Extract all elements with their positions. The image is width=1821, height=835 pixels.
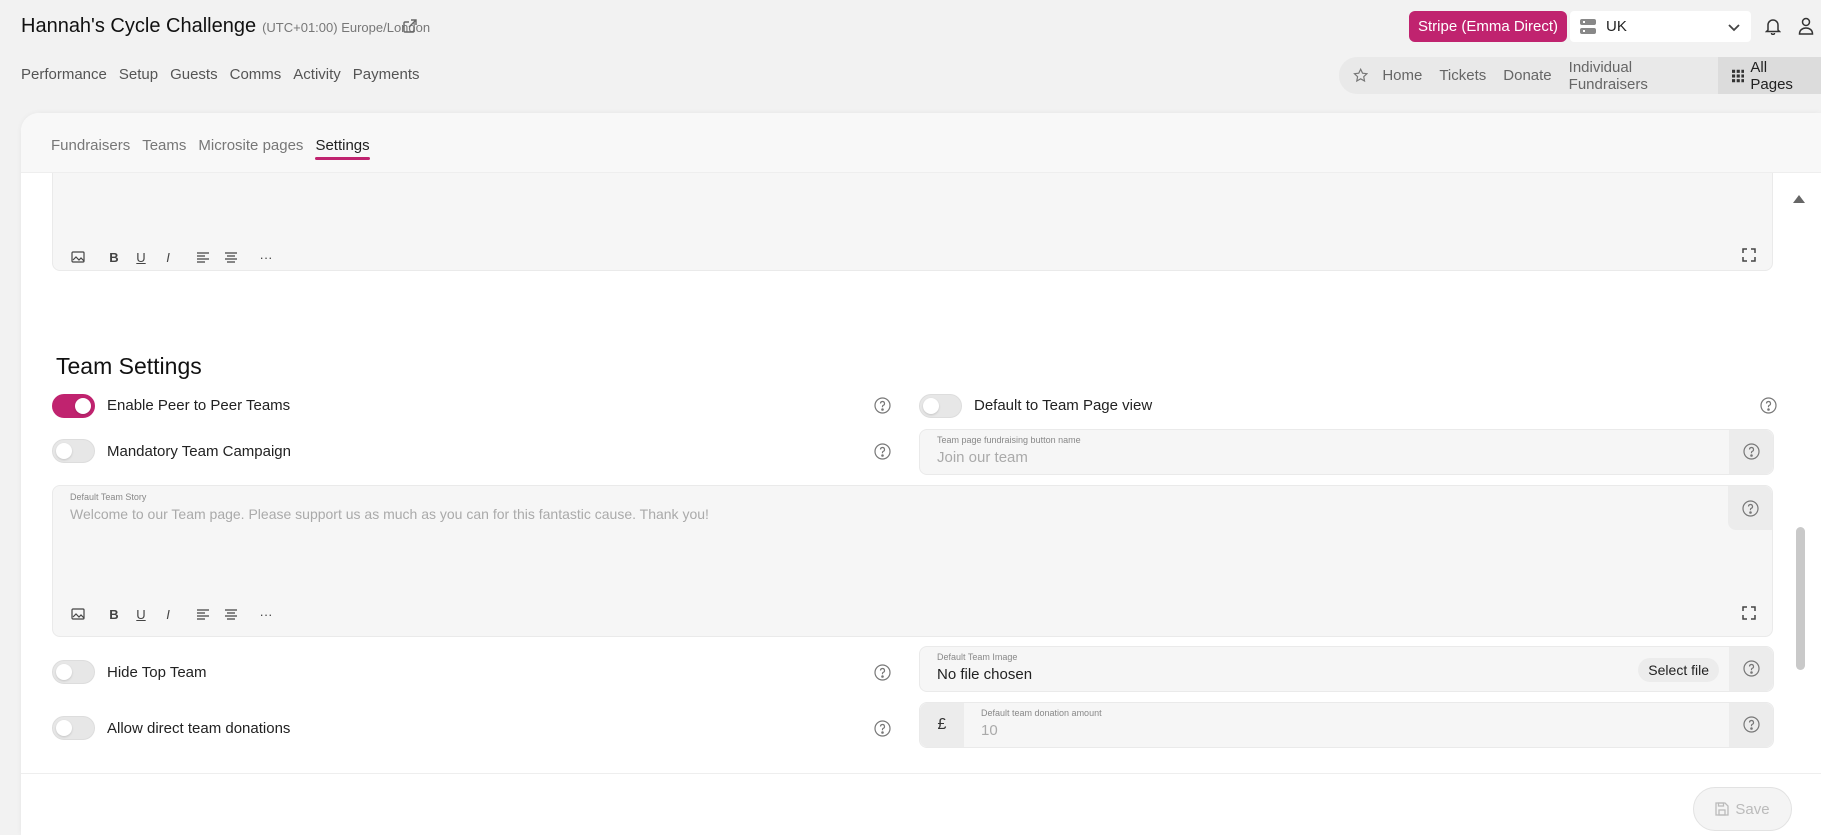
team-button-name-field[interactable]: Team page fundraising button name Join o… (919, 429, 1774, 475)
align-center-icon[interactable] (223, 606, 239, 622)
allow-direct-donations-label: Allow direct team donations (107, 720, 291, 737)
team-story-text[interactable]: Welcome to our Team page. Please support… (70, 506, 709, 522)
field-help[interactable] (1729, 430, 1773, 474)
italic-icon[interactable]: I (160, 606, 176, 622)
nav-comms[interactable]: Comms (230, 66, 282, 83)
help-icon[interactable] (874, 397, 891, 414)
mandatory-campaign-toggle[interactable] (52, 439, 95, 463)
help-icon[interactable] (874, 720, 891, 737)
star-icon[interactable] (1353, 67, 1369, 84)
tab-microsite-pages[interactable]: Microsite pages (198, 137, 303, 154)
grid-icon (1731, 69, 1745, 82)
page-individual-fundraisers[interactable]: Individual Fundraisers (1569, 59, 1701, 93)
page-home[interactable]: Home (1382, 67, 1422, 84)
enable-p2p-toggle[interactable] (52, 394, 95, 418)
scrollbar-thumb[interactable] (1796, 527, 1805, 670)
field-help[interactable] (1728, 486, 1772, 530)
field-help[interactable] (1729, 647, 1773, 691)
help-icon[interactable] (1743, 716, 1760, 733)
underline-icon[interactable]: U (133, 249, 149, 265)
external-link-icon[interactable] (402, 18, 418, 34)
sub-tabs: Fundraisers Teams Microsite pages Settin… (21, 113, 1821, 173)
footer-bar: Save (21, 773, 1821, 835)
team-image-value: No file chosen (937, 666, 1033, 683)
region-value: UK (1606, 18, 1627, 35)
settings-card: Fundraisers Teams Microsite pages Settin… (21, 113, 1821, 835)
scroll-up-arrow[interactable] (1793, 195, 1805, 203)
team-story-label: Default Team Story (70, 492, 147, 502)
team-settings-title: Team Settings (56, 353, 202, 379)
currency-symbol: £ (920, 703, 964, 747)
donation-amount-input[interactable]: 10 (981, 722, 998, 739)
nav-performance[interactable]: Performance (21, 66, 107, 83)
bold-icon[interactable]: B (106, 249, 122, 265)
default-team-view-label: Default to Team Page view (974, 397, 1153, 414)
fullscreen-icon[interactable] (1742, 606, 1756, 620)
stripe-account-button[interactable]: Stripe (Emma Direct) (1409, 11, 1568, 42)
chevron-down-icon (1728, 24, 1740, 32)
tab-fundraisers[interactable]: Fundraisers (51, 137, 130, 154)
enable-p2p-label: Enable Peer to Peer Teams (107, 397, 291, 414)
region-select[interactable]: UK (1570, 11, 1751, 42)
help-icon[interactable] (1743, 660, 1760, 677)
default-team-story-editor[interactable]: Default Team Story Welcome to our Team p… (52, 485, 1773, 637)
editor-toolbar: B U I ··· (70, 249, 274, 265)
default-team-view-toggle[interactable] (919, 394, 962, 418)
previous-rich-text-editor[interactable]: B U I ··· (52, 173, 1773, 271)
bell-icon[interactable] (1765, 17, 1781, 35)
tab-teams[interactable]: Teams (142, 137, 186, 154)
help-icon[interactable] (874, 443, 891, 460)
image-icon[interactable] (70, 606, 86, 622)
help-icon[interactable] (874, 664, 891, 681)
donation-amount-label: Default team donation amount (981, 708, 1102, 718)
image-icon[interactable] (70, 249, 86, 265)
field-help[interactable] (1729, 703, 1773, 747)
hide-top-team-toggle[interactable] (52, 660, 95, 684)
help-icon[interactable] (1743, 443, 1760, 460)
nav-payments[interactable]: Payments (353, 66, 420, 83)
event-title: Hannah's Cycle Challenge (UTC+01:00) Eur… (21, 15, 430, 38)
tab-settings[interactable]: Settings (315, 137, 370, 160)
team-button-name-input[interactable]: Join our team (937, 449, 1028, 466)
pages-nav: Home Tickets Donate Individual Fundraise… (1339, 57, 1821, 94)
event-name: Hannah's Cycle Challenge (21, 15, 257, 37)
more-icon[interactable]: ··· (258, 249, 274, 265)
top-header: Hannah's Cycle Challenge (UTC+01:00) Eur… (0, 0, 1821, 94)
user-icon[interactable] (1798, 17, 1814, 35)
save-icon (1715, 802, 1730, 816)
database-icon (1580, 19, 1596, 34)
save-label: Save (1735, 800, 1770, 818)
select-file-button[interactable]: Select file (1638, 658, 1719, 682)
default-team-image-field[interactable]: Default Team Image No file chosen Select… (919, 646, 1774, 692)
default-donation-amount-field[interactable]: £ Default team donation amount 10 (919, 702, 1774, 748)
more-icon[interactable]: ··· (258, 606, 274, 622)
underline-icon[interactable]: U (133, 606, 149, 622)
mandatory-campaign-label: Mandatory Team Campaign (107, 443, 291, 460)
editor-toolbar: B U I ··· (70, 606, 274, 622)
nav-setup[interactable]: Setup (119, 66, 158, 83)
page-donate[interactable]: Donate (1503, 67, 1551, 84)
settings-content: B U I ··· Team Settings Enable Peer to P… (21, 173, 1821, 773)
align-center-icon[interactable] (223, 249, 239, 265)
nav-activity[interactable]: Activity (293, 66, 341, 83)
all-pages-label: All Pages (1750, 58, 1793, 93)
fullscreen-icon[interactable] (1742, 248, 1756, 262)
hide-top-team-label: Hide Top Team (107, 664, 207, 681)
help-icon[interactable] (1742, 500, 1759, 517)
all-pages-button[interactable]: All Pages (1717, 57, 1821, 94)
italic-icon[interactable]: I (160, 249, 176, 265)
bold-icon[interactable]: B (106, 606, 122, 622)
help-icon[interactable] (1760, 397, 1777, 414)
align-left-icon[interactable] (195, 249, 211, 265)
main-nav: Performance Setup Guests Comms Activity … (21, 66, 420, 83)
team-image-label: Default Team Image (937, 652, 1018, 662)
nav-guests[interactable]: Guests (170, 66, 218, 83)
page-tickets[interactable]: Tickets (1439, 67, 1486, 84)
save-button[interactable]: Save (1693, 787, 1792, 831)
team-button-name-label: Team page fundraising button name (937, 435, 1081, 445)
align-left-icon[interactable] (195, 606, 211, 622)
allow-direct-donations-toggle[interactable] (52, 716, 95, 740)
